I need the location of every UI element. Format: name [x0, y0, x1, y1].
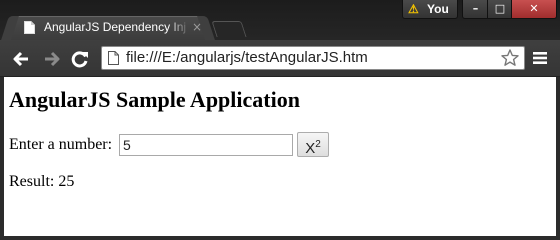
page-title: AngularJS Sample Application [9, 87, 300, 112]
profile-button[interactable]: ⚠ You [402, 0, 458, 19]
tab-active[interactable]: AngularJS Dependency Inj × [10, 16, 206, 40]
page-content: AngularJS Sample Application Enter a num… [4, 77, 556, 236]
menu-icon[interactable] [533, 51, 547, 65]
url-text[interactable]: file:///E:/angularjs/testAngularJS.htm [126, 49, 368, 66]
forward-icon[interactable] [42, 49, 62, 69]
back-icon[interactable] [11, 49, 31, 69]
new-tab-button[interactable] [211, 21, 247, 37]
reload-icon[interactable] [70, 49, 90, 69]
browser-window: AngularJS Dependency Inj × ⚠ You – □ ✕ f [0, 0, 560, 240]
square-button-base: X [305, 140, 316, 157]
warning-icon: ⚠ [408, 2, 419, 16]
result-line: Result: 25 [9, 173, 74, 191]
address-bar[interactable]: file:///E:/angularjs/testAngularJS.htm [101, 46, 525, 70]
page-icon [24, 21, 35, 34]
number-input[interactable] [119, 134, 293, 156]
page-icon [108, 51, 119, 65]
profile-label: You [427, 2, 449, 16]
square-button[interactable]: X2 [297, 132, 329, 157]
result-value: 25 [58, 173, 75, 190]
close-icon[interactable]: × [192, 20, 202, 34]
window-close-button[interactable]: ✕ [511, 0, 557, 19]
minimize-button[interactable]: – [462, 0, 489, 19]
title-bar: AngularJS Dependency Inj × ⚠ You – □ ✕ [0, 0, 560, 40]
toolbar: file:///E:/angularjs/testAngularJS.htm [0, 40, 560, 77]
maximize-button[interactable]: □ [487, 0, 513, 19]
square-button-exponent: 2 [315, 139, 321, 150]
star-icon[interactable] [500, 48, 520, 68]
result-label: Result: [9, 173, 55, 190]
number-label: Enter a number: [9, 136, 113, 153]
tab-title: AngularJS Dependency Inj [44, 20, 187, 34]
